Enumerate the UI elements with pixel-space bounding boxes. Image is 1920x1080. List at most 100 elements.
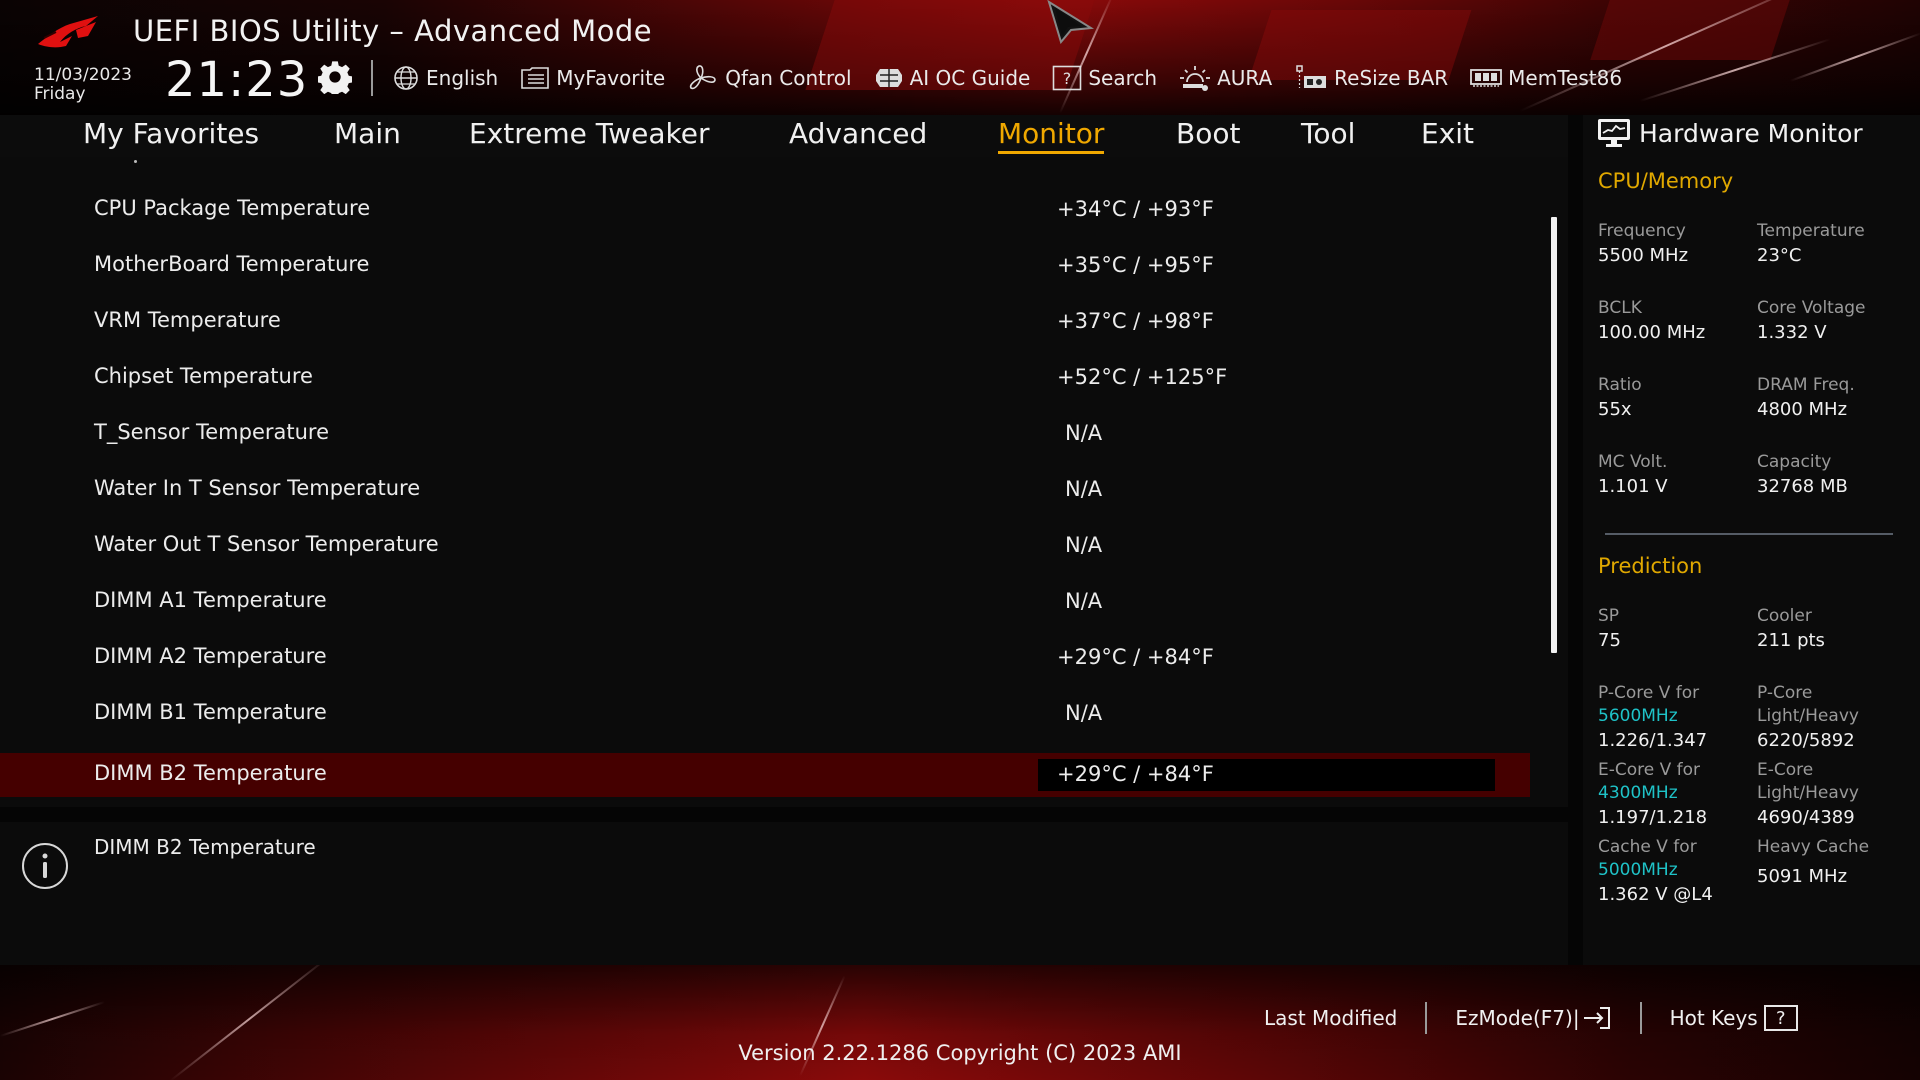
resize-bar-button[interactable]: ReSize BAR: [1294, 64, 1448, 92]
header-divider: [371, 60, 373, 96]
cpu-memory-section-title: CPU/Memory: [1598, 169, 1734, 193]
tab-advanced[interactable]: Advanced: [789, 117, 927, 150]
tab-my-favorites[interactable]: My Favorites: [83, 117, 259, 150]
pcie-card-icon: [1296, 65, 1327, 88]
qfan-control-label: Qfan Control: [725, 66, 852, 90]
stat-frequency-highlight: 5600MHz: [1598, 706, 1678, 726]
item-label: MotherBoard Temperature: [94, 252, 370, 276]
list-item-t-sensor-temperature[interactable]: T_Sensor Temperature N/A: [0, 412, 1530, 456]
stat-value: 1.362 V @L4: [1598, 884, 1713, 905]
ai-oc-guide-button[interactable]: AI OC Guide: [874, 65, 1031, 91]
list-item-dimm-a2-temperature[interactable]: DIMM A2 Temperature +29°C / +84°F: [0, 636, 1530, 680]
ai-oc-guide-label: AI OC Guide: [909, 66, 1031, 90]
exit-arrow-icon: [1583, 1007, 1610, 1029]
item-label: DIMM A1 Temperature: [94, 588, 327, 612]
item-value: +37°C / +98°F: [1057, 309, 1214, 333]
footer-actions: Last Modified EzMode(F7)| Hot Keys ?: [1264, 1002, 1798, 1034]
stat-value: 5500 MHz: [1598, 245, 1689, 266]
item-value: +35°C / +95°F: [1057, 253, 1214, 277]
item-value: N/A: [1065, 477, 1103, 501]
item-value: N/A: [1065, 533, 1103, 557]
tab-boot[interactable]: Boot: [1176, 117, 1240, 150]
language-button[interactable]: English: [392, 64, 498, 92]
stat-key-line2: Light/Heavy: [1757, 706, 1859, 726]
stat-value: 1.226/1.347: [1598, 730, 1708, 751]
globe-icon: [394, 66, 418, 90]
hot-keys-button[interactable]: Hot Keys ?: [1670, 1005, 1798, 1031]
main-nav: My Favorites Main Extreme Tweaker Advanc…: [0, 115, 1568, 157]
list-item-cpu-package-temperature[interactable]: CPU Package Temperature +34°C / +93°F: [0, 188, 1530, 232]
memtest86-label: MemTest86: [1508, 66, 1623, 90]
gear-icon[interactable]: [318, 60, 352, 94]
ezmode-button[interactable]: EzMode(F7)|: [1455, 1005, 1611, 1031]
prediction-section-title: Prediction: [1598, 554, 1703, 578]
stat-key: Cache V for: [1598, 837, 1697, 857]
item-label: CPU Package Temperature: [94, 196, 371, 220]
stat-bclk: BCLK 100.00 MHz: [1598, 297, 1758, 345]
stat-value: 1.197/1.218: [1598, 807, 1708, 828]
list-item-water-out-t-sensor-temperature[interactable]: Water Out T Sensor Temperature N/A: [0, 524, 1530, 568]
version-text: Version 2.22.1286 Copyright (C) 2023 AMI: [738, 1041, 1182, 1065]
stat-value: 1.101 V: [1598, 476, 1668, 497]
date-text: 11/03/2023: [34, 65, 132, 85]
stat-key: Capacity: [1757, 452, 1832, 472]
stat-cache-voltage: Cache V for 5000MHz 1.362 V @L4: [1598, 836, 1758, 907]
stat-mc-volt: MC Volt. 1.101 V: [1598, 451, 1758, 499]
aura-label: AURA: [1217, 66, 1273, 90]
stat-key: E-Core: [1757, 760, 1814, 780]
item-label: Chipset Temperature: [94, 364, 313, 388]
stat-key: Core Voltage: [1757, 298, 1866, 318]
memtest86-button[interactable]: MemTest86: [1470, 66, 1622, 90]
help-panel: DIMM B2 Temperature: [0, 822, 1568, 965]
stat-key: BCLK: [1598, 298, 1642, 318]
item-label: Water In T Sensor Temperature: [94, 476, 421, 500]
tab-exit[interactable]: Exit: [1421, 117, 1474, 150]
stat-cooler: Cooler 211 pts: [1757, 605, 1917, 653]
stat-key: P-Core V for: [1598, 683, 1700, 703]
stat-value: 4800 MHz: [1757, 399, 1848, 420]
list-item-dimm-a1-temperature[interactable]: DIMM A1 Temperature N/A: [0, 580, 1530, 624]
list-item-chipset-temperature[interactable]: Chipset Temperature +52°C / +125°F: [0, 356, 1530, 400]
list-item-water-in-t-sensor-temperature[interactable]: Water In T Sensor Temperature N/A: [0, 468, 1530, 512]
aura-button[interactable]: AURA: [1179, 64, 1272, 92]
hardware-monitor-panel: Hardware Monitor CPU/Memory Frequency 55…: [1583, 115, 1920, 965]
list-item-dimm-b2-temperature[interactable]: DIMM B2 Temperature +29°C / +84°F: [0, 753, 1530, 797]
list-item-vrm-temperature[interactable]: VRM Temperature +37°C / +98°F: [0, 300, 1530, 344]
stat-ecore-voltage: E-Core V for 4300MHz 1.197/1.218: [1598, 759, 1758, 830]
qfan-control-button[interactable]: Qfan Control: [687, 64, 852, 92]
info-icon: [22, 843, 68, 889]
stat-temperature: Temperature 23°C: [1757, 220, 1917, 268]
list-item-dimm-b1-temperature[interactable]: DIMM B1 Temperature N/A: [0, 692, 1530, 736]
monitor-screen-icon: [1598, 119, 1630, 147]
list-item-motherboard-temperature[interactable]: MotherBoard Temperature +35°C / +95°F: [0, 244, 1530, 288]
help-text: DIMM B2 Temperature: [94, 835, 316, 859]
stat-value: 211 pts: [1757, 630, 1825, 651]
stat-dram-freq: DRAM Freq. 4800 MHz: [1757, 374, 1917, 422]
stat-key: DRAM Freq.: [1757, 375, 1855, 395]
search-button[interactable]: ? Search: [1052, 65, 1157, 91]
stat-sp: SP 75: [1598, 605, 1758, 653]
stat-key: MC Volt.: [1598, 452, 1668, 472]
tab-main[interactable]: Main: [334, 117, 401, 150]
last-modified-button[interactable]: Last Modified: [1264, 1006, 1397, 1030]
item-value: N/A: [1065, 421, 1103, 445]
item-label: DIMM B1 Temperature: [94, 700, 327, 724]
tab-tool[interactable]: Tool: [1301, 117, 1355, 150]
bg-streak: [0, 1001, 105, 1037]
stat-key: P-Core: [1757, 683, 1813, 703]
stat-key: E-Core V for: [1598, 760, 1701, 780]
stat-value: 32768 MB: [1757, 476, 1848, 497]
stat-key: Ratio: [1598, 375, 1642, 395]
date-display: 11/03/2023 Friday: [34, 66, 132, 104]
resize-bar-label: ReSize BAR: [1334, 66, 1449, 90]
list-scrollbar[interactable]: [1551, 217, 1557, 653]
stat-frequency: Frequency 5500 MHz: [1598, 220, 1758, 268]
bg-streak: [1789, 32, 1920, 82]
tab-extreme-tweaker[interactable]: Extreme Tweaker: [469, 117, 709, 150]
myfavorite-button[interactable]: MyFavorite: [520, 66, 665, 90]
top-toolbar: English MyFavorite Qfan Control AI OC Gu…: [392, 62, 1644, 94]
brain-icon: [875, 69, 902, 87]
tab-monitor[interactable]: Monitor: [998, 117, 1105, 154]
fan-icon: [690, 65, 717, 90]
stat-value: 5091 MHz: [1757, 866, 1848, 887]
